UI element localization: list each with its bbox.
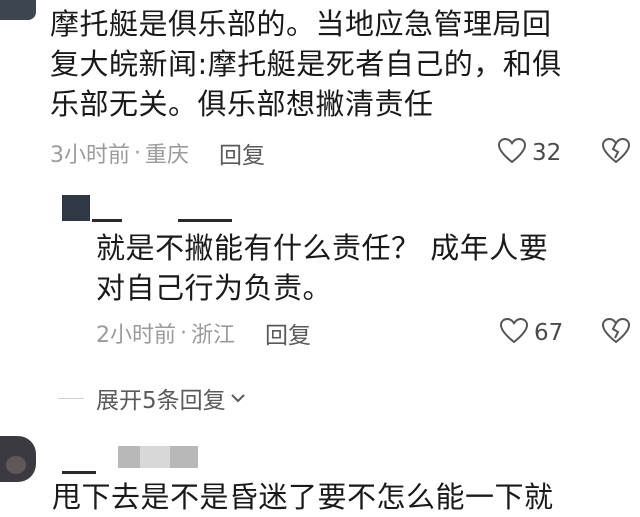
dislike-button[interactable] xyxy=(601,317,631,348)
avatar[interactable] xyxy=(0,0,36,20)
reply-button[interactable]: 回复 xyxy=(265,316,311,350)
reply-meta: 2小时前 · 浙江 回复 xyxy=(96,316,311,350)
reply-text-line: 就是不撇能有什么责任？ 成年人要 xyxy=(96,231,549,265)
comment-meta: 3小时前 · 重庆 回复 xyxy=(50,136,265,170)
like-button[interactable]: 67 xyxy=(499,317,564,348)
broken-heart-icon xyxy=(601,137,631,168)
reply-text: 就是不撇能有什么责任？ 成年人要 对自己行为负责。 xyxy=(96,228,636,308)
heart-outline-icon xyxy=(497,137,527,168)
comment-text: 甩下去是不是昏迷了要不怎么能一下就 xyxy=(52,477,640,517)
comment-text-line: 乐部无关。俱乐部想撇清责任 xyxy=(50,87,434,121)
comment-text-line: 摩托艇是俱乐部的。当地应急管理局回 xyxy=(50,7,552,41)
reply-time: 2小时前 xyxy=(96,323,176,348)
reply-text-line: 对自己行为负责。 xyxy=(96,271,333,305)
dislike-button[interactable] xyxy=(601,137,631,168)
redaction-block xyxy=(140,446,170,468)
like-button[interactable]: 32 xyxy=(497,137,562,168)
expand-replies-label: 展开5条回复 xyxy=(96,388,226,414)
like-count: 32 xyxy=(532,140,562,166)
reply-to-username-redacted xyxy=(178,219,232,222)
broken-heart-icon xyxy=(601,317,631,348)
avatar[interactable] xyxy=(0,436,36,482)
expand-replies-button[interactable]: 展开5条回复 xyxy=(96,383,246,414)
comment-text-line: 甩下去是不是昏迷了要不怎么能一下就 xyxy=(52,480,554,514)
username-redacted xyxy=(118,446,198,468)
username-redacted xyxy=(62,471,96,474)
reply-location: 浙江 xyxy=(191,323,236,348)
redaction-block xyxy=(118,446,140,468)
heart-outline-icon xyxy=(499,317,529,348)
comment-location: 重庆 xyxy=(145,143,190,168)
redaction-block xyxy=(170,446,198,468)
comment-text-line: 复大皖新闻:摩托艇是死者自己的，和俱 xyxy=(50,47,562,81)
reply-button[interactable]: 回复 xyxy=(219,136,265,170)
comment-text: 摩托艇是俱乐部的。当地应急管理局回 复大皖新闻:摩托艇是死者自己的，和俱 乐部无… xyxy=(50,4,640,124)
meta-separator: · xyxy=(134,140,141,166)
reply-avatar[interactable] xyxy=(62,195,90,221)
reply-username-redacted xyxy=(92,219,122,222)
meta-separator: · xyxy=(180,320,187,346)
divider xyxy=(58,398,84,399)
like-count: 67 xyxy=(534,320,564,346)
chevron-down-icon xyxy=(230,389,246,408)
comment-time: 3小时前 xyxy=(50,143,130,168)
